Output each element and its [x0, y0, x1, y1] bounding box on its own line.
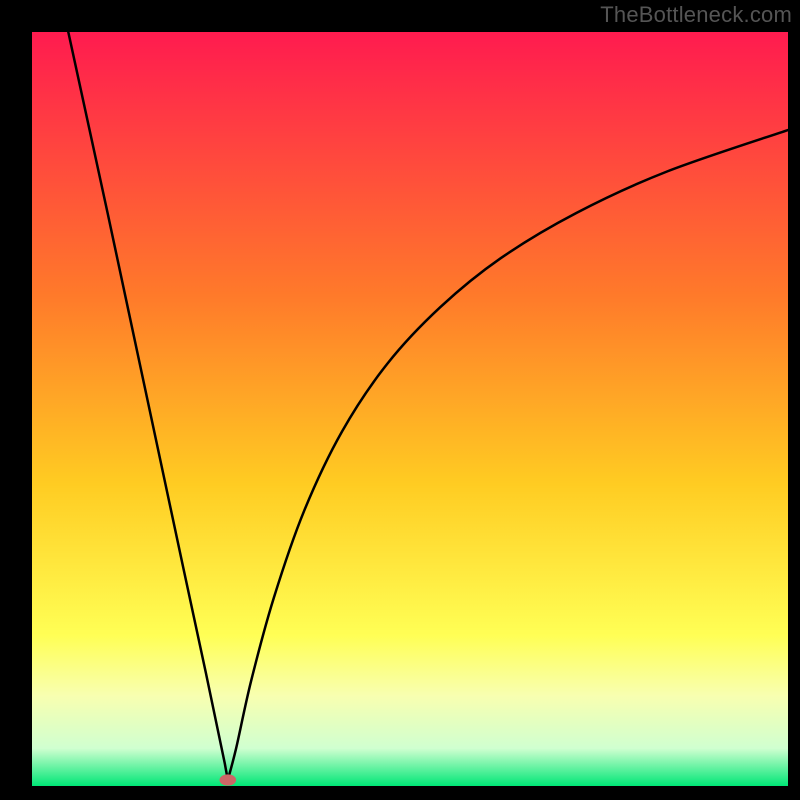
attribution-label: TheBottleneck.com [600, 2, 792, 28]
chart-frame: TheBottleneck.com [0, 0, 800, 800]
minimum-marker [219, 774, 236, 785]
chart-plot [0, 0, 800, 800]
gradient-background [32, 32, 788, 786]
